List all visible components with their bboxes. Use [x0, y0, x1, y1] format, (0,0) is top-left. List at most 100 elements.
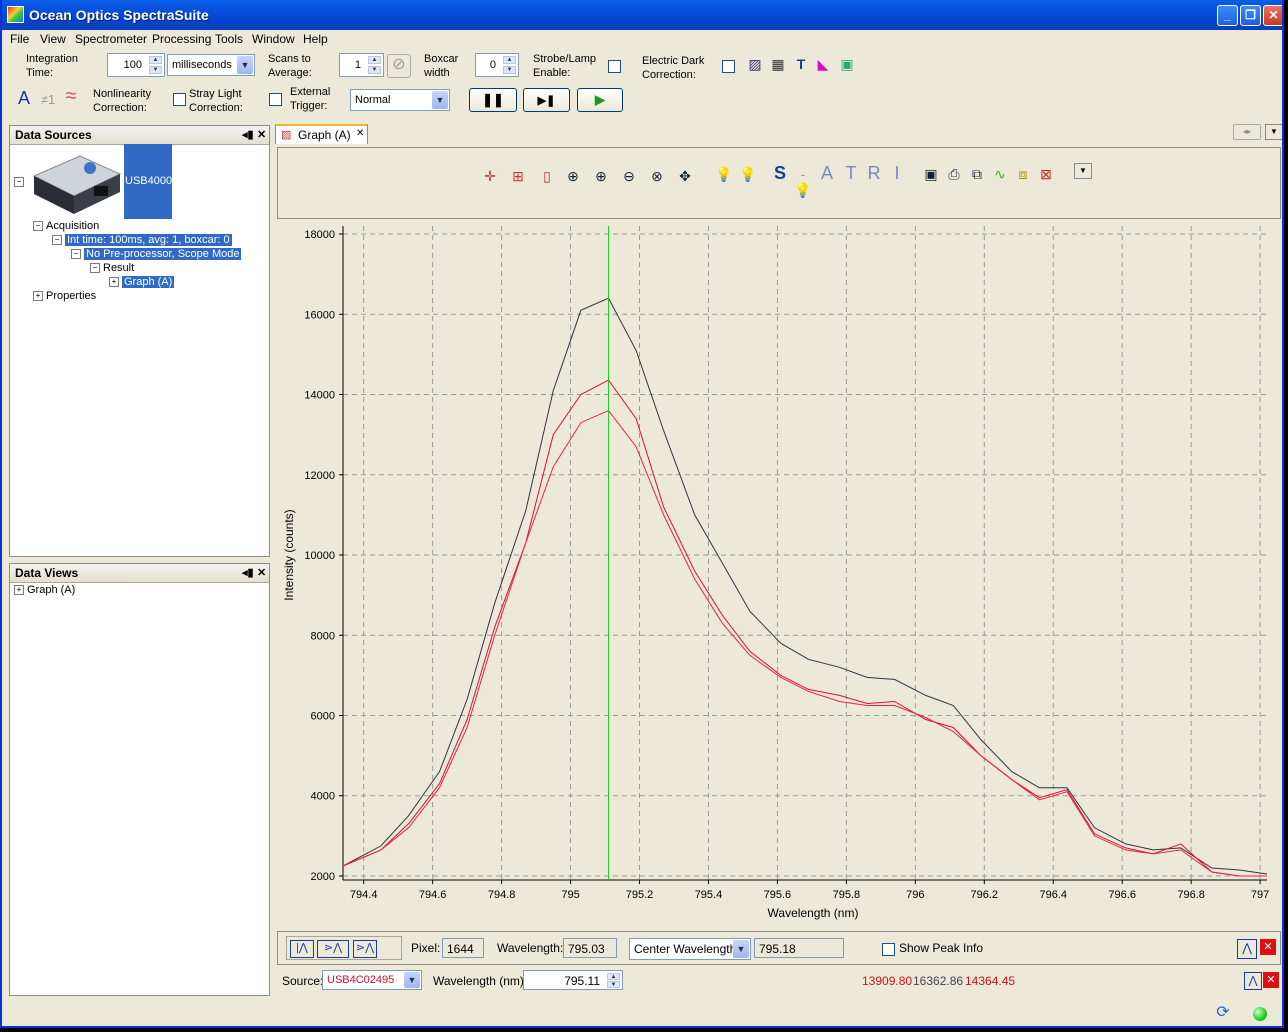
menu-file[interactable]: File: [10, 32, 29, 46]
text-view-icon[interactable]: T: [793, 56, 809, 72]
nonlinearity-checkbox[interactable]: [173, 93, 186, 106]
spectrum-series-1: [342, 297, 1268, 875]
zoom-box-icon[interactable]: ⊞: [510, 168, 526, 184]
integration-unit-select[interactable]: milliseconds ▼: [167, 54, 255, 76]
absorbance-mode-a-icon[interactable]: A: [819, 164, 835, 182]
spin-up-icon[interactable]: ▲: [503, 56, 516, 64]
menu-tools[interactable]: Tools: [215, 32, 243, 46]
tree-node-properties[interactable]: + Properties: [33, 290, 96, 302]
source-bar: Source: USB4C02495 ▼ Wavelength (nm): 79…: [277, 967, 1281, 995]
tree-node-preprocessor[interactable]: − No Pre-processor, Scope Mode: [71, 248, 242, 260]
strobe-lamp-checkbox[interactable]: [608, 60, 621, 73]
electric-dark-checkbox[interactable]: [722, 60, 735, 73]
crosshair-icon[interactable]: ✛: [482, 168, 498, 184]
device-node-usb4000[interactable]: USB4000: [124, 144, 172, 219]
source-select[interactable]: USB4C02495 ▼: [322, 970, 422, 990]
close-peak-bar-icon[interactable]: ✕: [1260, 939, 1276, 955]
collapse-icon: −: [52, 235, 62, 246]
peak-mode-select[interactable]: Center Wavelength ▼: [629, 938, 751, 960]
peak-find-icon[interactable]: ⋀: [1237, 939, 1257, 959]
close-button[interactable]: ✕: [1263, 5, 1282, 26]
bulb-on-icon[interactable]: 💡: [739, 166, 756, 182]
cursor-peak-icon[interactable]: ⋀: [1244, 972, 1262, 990]
reflection-mode-r-icon[interactable]: R: [866, 164, 882, 182]
show-peak-info-checkbox[interactable]: [882, 943, 895, 956]
trigger-mode-select[interactable]: Normal ▼: [350, 89, 450, 111]
spin-down-icon[interactable]: ▼: [149, 66, 162, 74]
copy-icon[interactable]: ⧉: [969, 166, 985, 182]
zoom-out-icon[interactable]: ⊖: [621, 168, 637, 184]
scope-mode-s-icon[interactable]: S: [772, 164, 788, 182]
tab-scroll-icon[interactable]: ◂▸: [1233, 124, 1261, 140]
tree-node-int-time[interactable]: − Int time: 100ms, avg: 1, boxcar: 0: [52, 234, 232, 246]
tree-node-graph[interactable]: + Graph (A): [109, 276, 175, 288]
overlay-view-icon[interactable]: ▣: [839, 56, 855, 72]
integration-time-spinner[interactable]: 100 ▲ ▼: [107, 53, 165, 77]
next-peak-icon[interactable]: ⋗⋀: [353, 940, 377, 958]
minimize-panel-icon[interactable]: ◂▮: [242, 128, 254, 141]
step-play-icon: ▶❚: [537, 95, 556, 107]
stop-averaging-icon[interactable]: ⊘: [387, 54, 411, 78]
irradiance-mode-i-icon[interactable]: I: [889, 164, 905, 182]
title-bar[interactable]: Ocean Optics SpectraSuite _ ❐ ✕: [2, 0, 1282, 30]
close-icon: ✕: [1268, 8, 1279, 22]
scans-to-average-spinner[interactable]: 1 ▲ ▼: [339, 53, 384, 77]
menu-view[interactable]: View: [40, 32, 66, 46]
spin-down-icon[interactable]: ▼: [607, 981, 620, 988]
data-view-item-graph[interactable]: + Graph (A): [14, 584, 75, 596]
bulb-off-icon[interactable]: 💡: [715, 166, 732, 182]
tree-node-result[interactable]: − Result: [90, 262, 134, 274]
menu-processing[interactable]: Processing: [152, 32, 211, 46]
menu-help[interactable]: Help: [303, 32, 328, 46]
center-peak-icon[interactable]: ⋗⋀: [317, 940, 349, 958]
tree-node-acquisition[interactable]: − Acquisition: [33, 220, 99, 232]
close-source-bar-icon[interactable]: ✕: [1263, 972, 1279, 988]
menu-window[interactable]: Window: [252, 32, 295, 46]
pause-button[interactable]: ❚❚: [469, 88, 517, 112]
table-view-icon[interactable]: ▦: [770, 56, 786, 72]
menu-spectrometer[interactable]: Spectrometer: [75, 32, 147, 46]
single-scan-button[interactable]: ▶❚: [523, 88, 570, 112]
zoom-fit-icon[interactable]: ⊕: [565, 168, 581, 184]
device-expander[interactable]: −: [14, 176, 27, 188]
load-spectrum-icon[interactable]: ⧈: [1015, 166, 1031, 182]
tab-graph-a[interactable]: ▨ Graph (A) ✕: [275, 124, 368, 144]
save-icon[interactable]: ▣: [923, 166, 939, 182]
delete-overlay-icon[interactable]: ⊠: [1038, 166, 1054, 182]
spin-up-icon[interactable]: ▲: [149, 56, 162, 64]
minimize-button[interactable]: _: [1217, 5, 1238, 26]
zoom-in-icon[interactable]: ⊕: [593, 168, 609, 184]
boxcar-width-spinner[interactable]: 0 ▲ ▼: [475, 53, 519, 77]
wavelength-nm-spinner[interactable]: 795.11 ▲ ▼: [523, 970, 623, 990]
spin-up-icon[interactable]: ▲: [607, 973, 620, 980]
waveform-icon[interactable]: ≈: [61, 86, 81, 106]
spin-down-icon[interactable]: ▼: [368, 66, 381, 74]
external-trigger-label: External Trigger:: [290, 86, 331, 112]
autoscale-a-icon[interactable]: A: [16, 89, 32, 107]
stray-light-checkbox[interactable]: [269, 93, 282, 106]
not-equal-one-icon[interactable]: ≠1: [38, 92, 58, 108]
previous-peak-icon[interactable]: |⋀: [290, 940, 314, 958]
tab-menu-icon[interactable]: ▼: [1265, 124, 1282, 140]
color-view-icon[interactable]: ◣: [815, 56, 831, 72]
x-tick-label: 796.8: [1177, 889, 1205, 901]
close-panel-icon[interactable]: ✕: [257, 566, 266, 579]
spin-up-icon[interactable]: ▲: [368, 56, 381, 64]
play-button[interactable]: ▶: [577, 88, 623, 112]
graph-view-icon[interactable]: ▨: [747, 56, 763, 72]
print-icon[interactable]: ⎙: [946, 166, 962, 182]
close-panel-icon[interactable]: ✕: [257, 128, 266, 141]
close-tab-icon[interactable]: ✕: [356, 128, 364, 139]
pan-icon[interactable]: ✥: [677, 168, 693, 184]
transmission-mode-t-icon[interactable]: T: [843, 164, 859, 182]
refresh-icon[interactable]: ⟳: [1214, 1005, 1232, 1021]
overlay-spectrum-icon[interactable]: ∿: [992, 166, 1008, 182]
spectrum-chart[interactable]: 794.4 794.6 794.8 795 795.2 795.4 795.6 795.8 79…: [275, 220, 1283, 928]
zoom-reset-icon[interactable]: ⊗: [649, 168, 665, 184]
graph-toolbar-menu-icon[interactable]: ▼: [1074, 163, 1092, 179]
zoom-y-icon[interactable]: ▯: [539, 168, 555, 184]
maximize-button[interactable]: ❐: [1240, 5, 1261, 26]
spin-down-icon[interactable]: ▼: [503, 66, 516, 74]
minimize-panel-icon[interactable]: ◂▮: [242, 566, 254, 579]
dark-reference-icon[interactable]: -💡: [793, 166, 813, 198]
